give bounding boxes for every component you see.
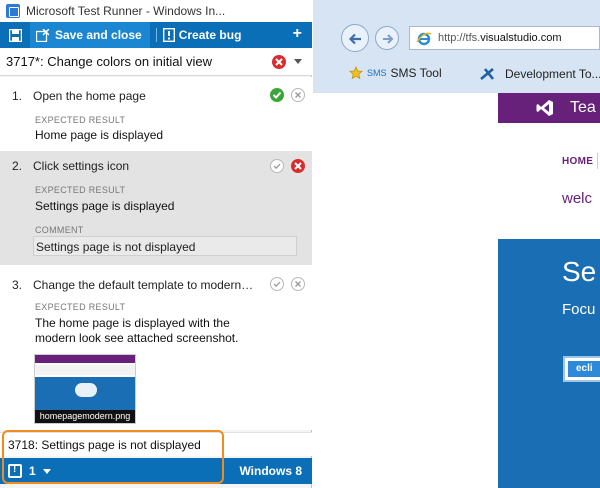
test-runner-window: Microsoft Test Runner - Windows In... Sa… bbox=[0, 0, 312, 488]
expected-result-label: EXPECTED RESULT bbox=[35, 115, 126, 125]
back-arrow-icon bbox=[348, 33, 361, 45]
step-action: Open the home page bbox=[33, 89, 146, 103]
bug-text: 3718: Settings page is not displayed bbox=[8, 438, 201, 452]
add-icon[interactable]: + bbox=[293, 26, 302, 42]
comment-text: Settings page is not displayed bbox=[36, 240, 196, 254]
test-case-title: 3717*: Change colors on initial view bbox=[6, 54, 212, 69]
favorite-label: SMS Tool bbox=[390, 66, 442, 80]
test-step-3[interactable]: 3. Change the default template to modern… bbox=[0, 267, 312, 430]
save-and-close-button[interactable]: Save and close bbox=[30, 22, 150, 48]
address-bar[interactable]: http://tfs.visualstudio.com bbox=[409, 26, 600, 50]
site-content: Tea HOME welc Se Focu ecli bbox=[498, 93, 600, 488]
bug-notification[interactable]: 3718: Settings page is not displayed bbox=[0, 432, 312, 456]
hero-title: Se bbox=[562, 256, 597, 287]
nav-divider bbox=[597, 153, 598, 169]
save-close-icon bbox=[36, 28, 49, 42]
attachment-filename: homepagemodern.png bbox=[35, 410, 135, 423]
expected-result-line-2: modern look see attached screenshot. bbox=[35, 331, 239, 345]
fail-icon[interactable] bbox=[291, 88, 305, 102]
expected-result-line-1: The home page is displayed with the bbox=[35, 316, 230, 330]
pass-icon[interactable] bbox=[270, 88, 284, 102]
hero-subtitle: Focu bbox=[562, 301, 596, 318]
toolbar-divider bbox=[155, 28, 157, 42]
runner-toolbar: Save and close Create bug + bbox=[0, 22, 312, 48]
bug-icon[interactable] bbox=[8, 464, 22, 478]
thumbnail-header bbox=[35, 355, 135, 363]
url-text: http://tfs.visualstudio.com bbox=[438, 32, 562, 44]
dropdown-icon[interactable] bbox=[294, 59, 302, 64]
favorites-bar: SMS SMS Tool Development To... bbox=[313, 58, 600, 90]
status-bar: 1 Windows 8 bbox=[0, 458, 312, 484]
comment-field[interactable]: Settings page is not displayed bbox=[33, 236, 297, 256]
save-and-close-label: Save and close bbox=[55, 28, 142, 42]
vs-logo-icon bbox=[536, 99, 554, 120]
back-button[interactable] bbox=[341, 24, 369, 52]
favorite-star-icon bbox=[349, 66, 363, 80]
bug-count[interactable]: 1 bbox=[29, 464, 36, 478]
step-action: Click settings icon bbox=[33, 159, 130, 173]
thumbnail-nav bbox=[35, 365, 135, 375]
hero-button-label: ecli bbox=[568, 361, 600, 377]
nav-home-link[interactable]: HOME bbox=[562, 156, 593, 167]
expected-result-label: EXPECTED RESULT bbox=[35, 185, 126, 195]
favorite-sms-tool[interactable]: SMS SMS Tool bbox=[349, 66, 442, 80]
save-disk-icon bbox=[8, 28, 22, 42]
ie-icon bbox=[416, 31, 432, 50]
create-bug-icon bbox=[162, 28, 175, 42]
chevron-down-icon[interactable] bbox=[43, 469, 51, 474]
fail-icon[interactable] bbox=[291, 159, 305, 173]
vs-logo-icon bbox=[480, 68, 495, 80]
welcome-text: welc bbox=[562, 190, 593, 207]
create-bug-button[interactable]: Create bug bbox=[162, 28, 242, 42]
expected-result-label: EXPECTED RESULT bbox=[35, 302, 126, 312]
fail-icon[interactable] bbox=[272, 55, 286, 72]
comment-label: COMMENT bbox=[35, 225, 84, 235]
step-action: Change the default template to modern a.… bbox=[33, 278, 255, 292]
test-step-2[interactable]: 2. Click settings icon EXPECTED RESULT S… bbox=[0, 151, 312, 265]
cloud-icon bbox=[75, 383, 97, 397]
window-title: Microsoft Test Runner - Windows In... bbox=[26, 4, 226, 18]
fail-icon[interactable] bbox=[291, 277, 305, 291]
step-number: 1. bbox=[12, 89, 23, 103]
site-header-text: Tea bbox=[570, 99, 596, 116]
url-prefix: http://tfs. bbox=[438, 32, 481, 44]
url-host: visualstudio.com bbox=[480, 32, 562, 44]
screen: Microsoft Test Runner - Windows In... Sa… bbox=[0, 0, 600, 488]
title-bar[interactable]: Microsoft Test Runner - Windows In... bbox=[0, 0, 312, 22]
attachment-thumbnail[interactable]: homepagemodern.png bbox=[34, 354, 136, 424]
hero-button[interactable]: ecli bbox=[563, 356, 600, 382]
favorite-label: Development To... bbox=[505, 67, 600, 81]
step-number: 3. bbox=[12, 278, 23, 292]
expected-result-text: Home page is displayed bbox=[35, 128, 164, 142]
create-bug-label: Create bug bbox=[178, 28, 242, 42]
configuration-label: Windows 8 bbox=[239, 464, 302, 478]
web-page: Tea HOME welc Se Focu ecli bbox=[313, 93, 600, 488]
save-button[interactable] bbox=[0, 22, 30, 48]
expected-result-text: Settings page is displayed bbox=[35, 199, 175, 213]
test-step-1[interactable]: 1. Open the home page EXPECTED RESULT Ho… bbox=[0, 77, 312, 149]
favorite-development-tools[interactable]: Development To... bbox=[479, 66, 600, 82]
forward-button[interactable] bbox=[375, 26, 399, 50]
test-runner-app-icon bbox=[6, 4, 20, 18]
browser-window: http://tfs.visualstudio.com SMS SMS Tool… bbox=[313, 0, 600, 488]
test-case-header[interactable]: 3717*: Change colors on initial view bbox=[0, 48, 312, 76]
forward-arrow-icon bbox=[383, 34, 394, 44]
browser-chrome: http://tfs.visualstudio.com SMS SMS Tool… bbox=[313, 0, 600, 93]
pass-icon[interactable] bbox=[270, 277, 284, 291]
sms-badge: SMS bbox=[367, 68, 387, 78]
pass-icon[interactable] bbox=[270, 159, 284, 173]
test-steps-list: 1. Open the home page EXPECTED RESULT Ho… bbox=[0, 77, 312, 430]
site-header: Tea bbox=[498, 93, 600, 123]
step-number: 2. bbox=[12, 159, 23, 173]
